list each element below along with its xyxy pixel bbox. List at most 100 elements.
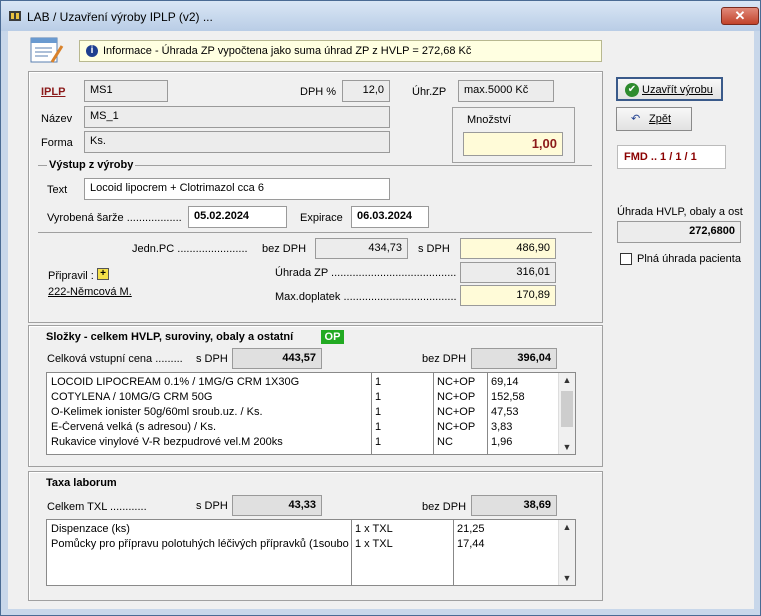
fmd-status: FMD .. 1 / 1 / 1 [617, 145, 726, 169]
table-row[interactable]: Dispenzace (ks) 1 x TXL 21,25 [47, 522, 575, 537]
dialog-body: i Informace - Úhrada ZP vypočtena jako s… [8, 31, 754, 609]
title-bar: LAB / Uzavření výroby IPLP (v2) ... ✕ [1, 1, 760, 31]
cell-type: NC [437, 436, 453, 448]
scroll-thumb[interactable] [561, 391, 573, 427]
taxa-s-dph-label: s DPH [196, 500, 228, 512]
cell-price: 69,14 [491, 376, 519, 388]
cell-qty: 1 [375, 421, 382, 433]
info-bar: i Informace - Úhrada ZP vypočtena jako s… [79, 40, 602, 62]
cell-price: 47,53 [491, 406, 519, 418]
nazev-field[interactable]: MS_1 [84, 106, 390, 128]
zpet-button[interactable]: ↶ Zpět [616, 107, 692, 131]
dph-label: DPH % [300, 86, 337, 98]
pripravil-picker-icon[interactable]: + [97, 268, 109, 280]
sarze-field[interactable]: 05.02.2024 [188, 206, 287, 228]
table-row[interactable]: O-Kelimek ionister 50g/60ml sroub.uz. / … [47, 405, 575, 420]
table-row[interactable]: COTYLENA / 10MG/G CRM 50G 1 NC+OP 152,58 [47, 390, 575, 405]
cell-price: 1,96 [491, 436, 513, 448]
cell-name: O-Kelimek ionister 50g/60ml sroub.uz. / … [51, 406, 263, 418]
scroll-up-icon[interactable]: ▲ [559, 373, 575, 387]
taxa-s-dph-field[interactable]: 43,33 [232, 495, 322, 516]
slozky-list[interactable]: LOCOID LIPOCREAM 0.1% / 1MG/G CRM 1X30G 1… [46, 372, 576, 455]
bez-dph-label: bez DPH [262, 243, 307, 255]
taxa-bez-dph-field[interactable]: 38,69 [471, 495, 557, 516]
form-icon [30, 37, 64, 63]
scroll-down-icon[interactable]: ▼ [559, 571, 575, 585]
taxa-list[interactable]: Dispenzace (ks) 1 x TXL 21,25 Pomůcky pro p… [46, 519, 576, 586]
uhrada-hvlp-label: Úhrada HVLP, obaly a ost [617, 206, 743, 218]
cell-name: Dispenzace (ks) [51, 523, 130, 535]
table-row[interactable]: Pomůcky pro přípravu polotuhých léčivých… [47, 537, 575, 552]
info-text: Informace - Úhrada ZP vypočtena jako sum… [103, 45, 472, 57]
cell-qty: 1 [375, 376, 382, 388]
cell-type: NC+OP [437, 421, 476, 433]
scroll-up-icon[interactable]: ▲ [559, 520, 575, 534]
mnozstvi-field[interactable]: 1,00 [463, 132, 563, 156]
slozky-bez-dph-label: bez DPH [422, 353, 467, 365]
nazev-label: Název [41, 113, 73, 125]
celkova-label: Celková vstupní cena ......... [47, 353, 183, 365]
cell-type: NC+OP [437, 376, 476, 388]
max-doplatek-field[interactable]: 170,89 [460, 285, 556, 306]
uhr-zp-label: Úhr.ZP [412, 86, 447, 98]
iplp-label[interactable]: IPLP [41, 86, 65, 98]
sarze-label: Vyrobená šarže .................. [47, 212, 182, 224]
table-row[interactable]: E-Červená velká (s adresou) / Ks. 1 NC+OP 3… [47, 420, 575, 435]
dialog-window: LAB / Uzavření výroby IPLP (v2) ... ✕ i … [0, 0, 761, 616]
cell-qty: 1 [375, 406, 382, 418]
cell-name: COTYLENA / 10MG/G CRM 50G [51, 391, 213, 403]
s-dph-field[interactable]: 486,90 [460, 238, 556, 259]
uhrada-hvlp-field[interactable]: 272,6800 [617, 221, 741, 243]
forma-label: Forma [41, 137, 73, 149]
table-row[interactable]: Rukavice vinylové V-R bezpudrové vel.M 2… [47, 435, 575, 450]
cell-type: NC+OP [437, 391, 476, 403]
uhrada-zp-field[interactable]: 316,01 [460, 262, 556, 283]
taxa-title: Taxa laborum [46, 477, 117, 489]
jedn-pc-label: Jedn.PC ....................... [132, 243, 248, 255]
uhrada-zp-label: Úhrada ZP ..............................… [275, 267, 457, 279]
uzavrit-label: Uzavřít výrobu [642, 84, 713, 96]
plna-uhrada-label: Plná úhrada pacienta [637, 253, 741, 265]
dph-field[interactable]: 12,0 [342, 80, 390, 102]
table-row[interactable]: LOCOID LIPOCREAM 0.1% / 1MG/G CRM 1X30G 1… [47, 375, 575, 390]
back-arrow-icon: ↶ [631, 113, 641, 125]
plna-uhrada-checkbox[interactable] [620, 253, 632, 265]
cell-qty: 1 x TXL [355, 538, 393, 550]
cell-name: E-Červená velká (s adresou) / Ks. [51, 421, 217, 433]
slozky-s-dph-label: s DPH [196, 353, 228, 365]
expirace-label: Expirace [300, 212, 343, 224]
uzavrit-vyrobu-button[interactable]: ✔ Uzavřít výrobu [616, 77, 723, 101]
bez-dph-field[interactable]: 434,73 [315, 238, 408, 259]
mnozstvi-group: Množství 1,00 [452, 107, 575, 163]
iplp-field[interactable]: MS1 [84, 80, 168, 102]
section-divider-2 [38, 232, 592, 233]
mnozstvi-label: Množství [467, 114, 512, 126]
vystup-title: Výstup z výroby [47, 159, 136, 171]
cell-qty: 1 [375, 391, 382, 403]
taxa-bez-dph-label: bez DPH [422, 501, 467, 513]
cell-qty: 1 x TXL [355, 523, 393, 535]
pripravil-link[interactable]: 222-Němcová M. [48, 286, 132, 298]
cell-name: Pomůcky pro přípravu polotuhých léčivých… [51, 538, 349, 550]
pripravil-label: Připravil : [48, 270, 94, 282]
close-button[interactable]: ✕ [721, 7, 759, 25]
expirace-field[interactable]: 06.03.2024 [351, 206, 429, 228]
slozky-s-dph-field[interactable]: 443,57 [232, 348, 322, 369]
taxa-scrollbar[interactable]: ▲ ▼ [558, 520, 575, 585]
forma-field[interactable]: Ks. [84, 131, 390, 153]
scroll-down-icon[interactable]: ▼ [559, 440, 575, 454]
check-icon: ✔ [625, 83, 639, 97]
uhr-zp-field[interactable]: max.5000 Kč [458, 80, 554, 102]
window-title: LAB / Uzavření výroby IPLP (v2) ... [27, 10, 213, 24]
celkem-txl-label: Celkem TXL ............ [47, 501, 147, 513]
cell-type: NC+OP [437, 406, 476, 418]
text-field[interactable]: Locoid lipocrem + Clotrimazol cca 6 [84, 178, 390, 200]
cell-price: 21,25 [457, 523, 485, 535]
slozky-bez-dph-field[interactable]: 396,04 [471, 348, 557, 369]
s-dph-label: s DPH [418, 243, 450, 255]
cell-name: Rukavice vinylové V-R bezpudrové vel.M 2… [51, 436, 283, 448]
slozky-scrollbar[interactable]: ▲ ▼ [558, 373, 575, 454]
close-icon: ✕ [734, 8, 746, 23]
cell-qty: 1 [375, 436, 382, 448]
text-label: Text [47, 184, 68, 196]
